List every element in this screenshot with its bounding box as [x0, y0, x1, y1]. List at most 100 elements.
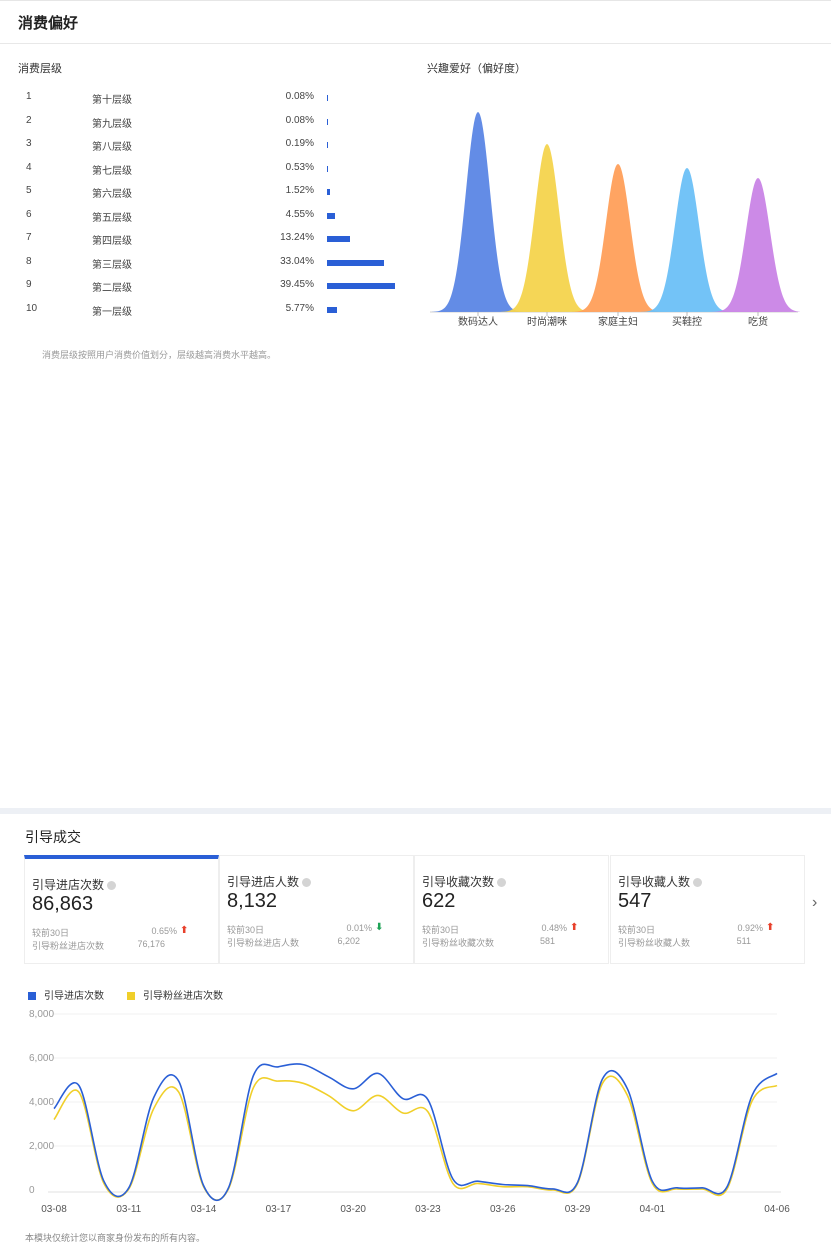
info-icon[interactable] — [302, 878, 312, 887]
level-name: 第八层级 — [92, 142, 132, 153]
guide-title: 引导成交 — [25, 829, 81, 845]
section-title: 消费偏好 — [18, 15, 79, 32]
level-row: 7 第四层级 13.24% — [26, 232, 406, 248]
level-name: 第九层级 — [92, 118, 132, 130]
level-row: 6 第五层级 4.55% — [26, 209, 406, 225]
kpi-card[interactable]: 引导进店次数 86,863 较前30日 0.65% ⬆ 引导粉丝进店次数 76,176 — [24, 855, 219, 964]
level-row: 1 第十层级 0.08% — [26, 91, 406, 107]
level-percent: 39.45% — [280, 279, 314, 290]
level-rank: 6 — [26, 208, 32, 220]
kpi-card[interactable]: 引导进店人数 8,132 较前30日 0.01% ⬇ 引导粉丝进店人数 6,202 — [219, 855, 414, 964]
kpi-sub-label: 引导粉丝进店人数 — [227, 938, 300, 948]
kpi-sub-value: 511 — [736, 936, 751, 946]
arrow-up-icon: ⬆ — [570, 922, 579, 933]
kpi-label: 引导进店人数 — [227, 873, 312, 890]
kpi-value: 8,132 — [227, 890, 278, 912]
level-row: 3 第八层级 0.19% — [26, 138, 406, 154]
section-separator — [0, 808, 831, 814]
level-bar — [327, 259, 384, 266]
kpi-label-text: 引导收藏人数 — [618, 875, 691, 889]
kpi-compare-value: 0.92% — [737, 923, 763, 933]
x-tick-label: 03-17 — [266, 1204, 292, 1215]
kpi-compare-label: 较前30日 — [422, 925, 460, 935]
level-rank: 10 — [26, 302, 38, 314]
level-bar — [327, 212, 335, 219]
x-tick-label: 03-20 — [340, 1204, 366, 1215]
level-percent: 33.04% — [280, 255, 314, 267]
kpi-label: 引导收藏次数 — [422, 873, 507, 890]
x-tick-label: 03-26 — [490, 1204, 516, 1215]
info-icon[interactable] — [497, 878, 507, 887]
level-row: 8 第三层级 33.04% — [26, 256, 406, 272]
line-chart: 8,000 6,000 4,000 2,000 0 03-08 03-11 03-14 03-1… — [29, 1009, 790, 1215]
level-bar — [327, 236, 350, 242]
level-name: 第四层级 — [92, 236, 132, 247]
kpi-label-text: 引导收藏次数 — [422, 875, 495, 889]
level-rank: 8 — [26, 255, 32, 267]
y-tick-label: 4,000 — [29, 1097, 54, 1108]
level-rank: 2 — [26, 114, 32, 126]
kpi-sub-value: 6,202 — [337, 936, 360, 946]
consumption-section: 消费偏好 消费层级 兴趣爱好（偏好度） 1 第十层级 0.08% 2 第九层级 0.08%… — [0, 0, 831, 808]
interest-peak — [712, 178, 800, 312]
kpi-label-text: 引导进店人数 — [227, 875, 300, 889]
arrow-up-icon: ⬆ — [766, 922, 775, 933]
level-bar — [327, 95, 328, 101]
top-border — [0, 0, 831, 1]
level-percent: 13.24% — [280, 232, 314, 243]
level-name: 第六层级 — [92, 189, 132, 200]
kpi-label-text: 引导进店次数 — [32, 878, 105, 892]
level-name: 第十层级 — [92, 95, 132, 106]
level-row: 5 第六层级 1.52% — [26, 185, 406, 201]
interest-label: 买鞋控 — [672, 315, 702, 328]
kpi-sub-label: 引导粉丝收藏次数 — [422, 938, 495, 948]
interest-label: 吃货 — [748, 315, 768, 328]
kpi-cards: 引导进店次数 86,863 较前30日 0.65% ⬆ 引导粉丝进店次数 76,176 引导进… — [24, 855, 805, 964]
title-divider — [0, 43, 831, 44]
arrow-up-icon: ⬆ — [180, 925, 189, 936]
level-rank: 3 — [26, 138, 32, 149]
kpi-sub-label: 引导粉丝收藏人数 — [618, 938, 691, 948]
level-row: 9 第二层级 39.45% — [26, 279, 406, 295]
interest-label: 时尚潮咪 — [527, 315, 567, 328]
x-tick-label: 03-08 — [41, 1204, 67, 1215]
kpi-label: 引导进店次数 — [32, 876, 117, 893]
info-icon[interactable] — [107, 881, 117, 890]
level-rank: 1 — [26, 91, 32, 102]
chevron-right-icon[interactable]: › — [812, 894, 817, 912]
legend-swatch — [127, 992, 135, 1000]
level-percent: 4.55% — [285, 208, 314, 220]
info-icon[interactable] — [693, 878, 703, 887]
kpi-compare-label: 较前30日 — [227, 925, 265, 935]
legend-swatch — [28, 992, 36, 1000]
level-title: 消费层级 — [18, 63, 62, 75]
interest-label: 数码达人 — [458, 315, 498, 328]
x-tick-label: 04-06 — [764, 1204, 790, 1215]
arrow-down-icon: ⬇ — [375, 922, 384, 933]
level-rank: 7 — [26, 232, 32, 243]
interest-chart: 数码达人 时尚潮咪 家庭主妇 买鞋控 吃货 — [430, 112, 800, 328]
level-bar — [327, 165, 328, 172]
kpi-card[interactable]: 引导收藏人数 547 较前30日 0.92% ⬆ 引导粉丝收藏人数 511 — [610, 855, 805, 964]
y-tick-label: 8,000 — [29, 1009, 54, 1020]
level-row: 10 第一层级 5.77% — [26, 303, 406, 319]
level-percent: 0.08% — [285, 114, 314, 126]
kpi-compare-label: 较前30日 — [32, 928, 70, 938]
y-tick-label: 0 — [29, 1185, 35, 1196]
kpi-card[interactable]: 引导收藏次数 622 较前30日 0.48% ⬆ 引导粉丝收藏次数 581 — [414, 855, 609, 964]
kpi-value: 622 — [422, 890, 456, 912]
interest-peak — [501, 144, 593, 312]
y-tick-label: 6,000 — [29, 1053, 54, 1064]
level-row: 2 第九层级 0.08% — [26, 115, 406, 131]
kpi-compare-label: 较前30日 — [618, 925, 656, 935]
kpi-compare-value: 0.01% — [346, 923, 372, 933]
level-rank: 4 — [26, 161, 32, 173]
level-bar — [327, 306, 337, 313]
x-tick-label: 03-23 — [415, 1204, 441, 1215]
interest-peak — [641, 168, 733, 312]
level-percent: 0.19% — [285, 138, 314, 149]
level-bar — [327, 118, 328, 125]
kpi-compare-value: 0.48% — [541, 923, 567, 933]
kpi-sub-label: 引导粉丝进店次数 — [32, 941, 105, 951]
kpi-value: 547 — [618, 890, 652, 912]
